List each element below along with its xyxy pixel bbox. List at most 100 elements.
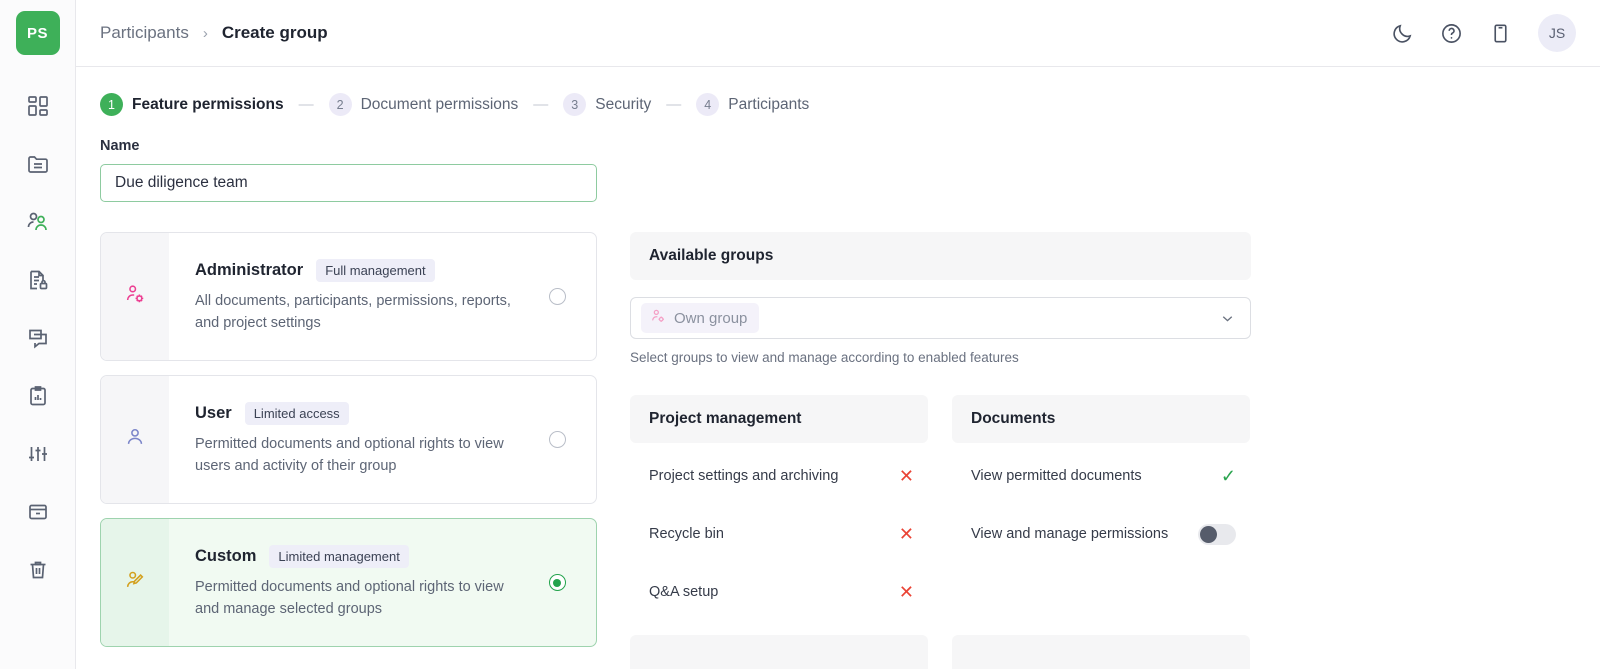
sidebar-item-archive[interactable] (10, 485, 66, 543)
sidebar-item-qa[interactable] (10, 311, 66, 369)
role-body: User Limited access Permitted documents … (169, 376, 518, 503)
feature-label: View and manage permissions (971, 526, 1169, 542)
feature-row[interactable]: Recycle bin ✕ (630, 509, 928, 559)
feature-column-project-management: Project management Project settings and … (630, 395, 928, 617)
role-radio-administrator[interactable] (548, 288, 566, 305)
folder-document-icon (26, 152, 50, 181)
sidebar-item-documents[interactable] (10, 137, 66, 195)
role-description: All documents, participants, permissions… (195, 293, 511, 331)
available-groups-helper: Select groups to view and manage accordi… (630, 350, 1019, 365)
available-groups-select[interactable]: Own group (630, 297, 1251, 339)
main-area: Participants › Create group JS 1 Feature… (76, 0, 1600, 669)
sidebar: PS (0, 0, 76, 669)
role-card-user[interactable]: User Limited access Permitted documents … (100, 375, 597, 504)
step-security[interactable]: 3 Security (563, 93, 651, 116)
clipboard-chart-icon (26, 384, 50, 413)
step-number: 4 (696, 93, 720, 116)
available-groups-panel: Available groups Own group Select groups… (630, 232, 1251, 669)
feature-column-documents: Documents View permitted documents ✓ Vie… (952, 395, 1250, 617)
chevron-right-icon: › (202, 24, 208, 42)
feature-state (1198, 523, 1236, 545)
user-gear-icon (650, 308, 666, 328)
chat-bubble-icon (26, 326, 50, 355)
feature-column-header-partial-right (952, 635, 1250, 669)
permissions-layout: Administrator Full management All docume… (100, 232, 1576, 669)
step-divider: — (533, 96, 549, 113)
trash-icon (26, 558, 50, 587)
help-circle-icon[interactable] (1440, 22, 1463, 45)
moon-icon[interactable] (1391, 22, 1414, 45)
role-description: Permitted documents and optional rights … (195, 579, 504, 617)
selected-group-chip[interactable]: Own group (641, 303, 760, 333)
feature-state[interactable]: ✕ (899, 525, 914, 543)
step-label: Participants (728, 95, 810, 113)
role-icon-rail (101, 233, 169, 360)
role-badge: Full management (316, 259, 435, 283)
role-body: Administrator Full management All docume… (169, 233, 518, 360)
role-description: Permitted documents and optional rights … (195, 436, 504, 474)
page-title: Create group (221, 23, 328, 42)
sliders-icon (26, 442, 50, 471)
role-body: Custom Limited management Permitted docu… (169, 519, 518, 646)
feature-state[interactable]: ✕ (899, 583, 914, 601)
permissions-toggle[interactable] (1198, 523, 1236, 545)
role-title: User (195, 404, 232, 423)
avatar[interactable]: JS (1538, 14, 1576, 52)
topbar: Participants › Create group JS (76, 0, 1600, 67)
role-badge: Limited access (244, 402, 349, 426)
breadcrumb-participants[interactable]: Participants (100, 23, 189, 43)
cross-icon: ✕ (898, 582, 914, 602)
feature-row[interactable]: Q&A setup ✕ (630, 567, 928, 617)
sidebar-item-reports[interactable] (10, 369, 66, 427)
role-radio-wrap (518, 233, 596, 360)
participants-icon (25, 209, 50, 239)
document-lock-icon (26, 268, 50, 297)
user-gear-icon (124, 283, 146, 310)
app-logo[interactable]: PS (15, 11, 60, 55)
sidebar-item-participants[interactable] (10, 195, 66, 253)
step-participants[interactable]: 4 Participants (696, 93, 809, 116)
role-badge: Limited management (269, 545, 409, 569)
avatar-initials: JS (1548, 25, 1566, 41)
feature-row[interactable]: Project settings and archiving ✕ (630, 451, 928, 501)
step-number: 3 (563, 93, 587, 116)
archive-box-icon (26, 500, 50, 529)
sidebar-item-dashboard[interactable] (10, 79, 66, 137)
name-label: Name (100, 138, 140, 154)
page-content: 1 Feature permissions — 2 Document permi… (76, 67, 1600, 669)
feature-state[interactable]: ✕ (899, 467, 914, 485)
role-card-custom[interactable]: Custom Limited management Permitted docu… (100, 518, 597, 647)
breadcrumb: Participants › Create group (100, 23, 328, 43)
step-feature-permissions[interactable]: 1 Feature permissions (100, 93, 284, 116)
selected-group-label: Own group (674, 309, 748, 327)
role-radio-custom[interactable] (548, 574, 566, 591)
user-edit-icon (124, 569, 146, 596)
cross-icon: ✕ (898, 524, 914, 544)
mobile-device-icon[interactable] (1489, 22, 1512, 45)
chevron-down-icon[interactable] (1219, 310, 1236, 327)
role-radio-user[interactable] (548, 431, 566, 448)
step-document-permissions[interactable]: 2 Document permissions (328, 93, 519, 116)
sidebar-item-recycle-bin[interactable] (10, 543, 66, 601)
role-heading: Administrator Full management (195, 259, 518, 283)
sidebar-item-permissions[interactable] (10, 253, 66, 311)
step-number: 2 (328, 93, 352, 116)
app-logo-text: PS (26, 24, 48, 42)
step-label: Document permissions (360, 95, 519, 113)
role-radio-wrap (518, 376, 596, 503)
feature-row[interactable]: View permitted documents ✓ (952, 451, 1250, 501)
toggle-knob (1200, 525, 1217, 543)
name-input[interactable] (100, 164, 597, 202)
role-radio-wrap (518, 519, 596, 646)
role-card-administrator[interactable]: Administrator Full management All docume… (100, 232, 597, 361)
feature-state[interactable]: ✓ (1221, 467, 1236, 485)
feature-row[interactable]: View and manage permissions (952, 509, 1250, 559)
step-label: Feature permissions (132, 95, 284, 113)
feature-column-header: Project management (630, 395, 928, 443)
sidebar-item-settings[interactable] (10, 427, 66, 485)
step-divider: — (666, 96, 682, 113)
step-number: 1 (100, 93, 123, 116)
role-heading: User Limited access (195, 402, 518, 426)
feature-label: Project settings and archiving (649, 468, 839, 484)
dashboard-icon (26, 94, 50, 123)
